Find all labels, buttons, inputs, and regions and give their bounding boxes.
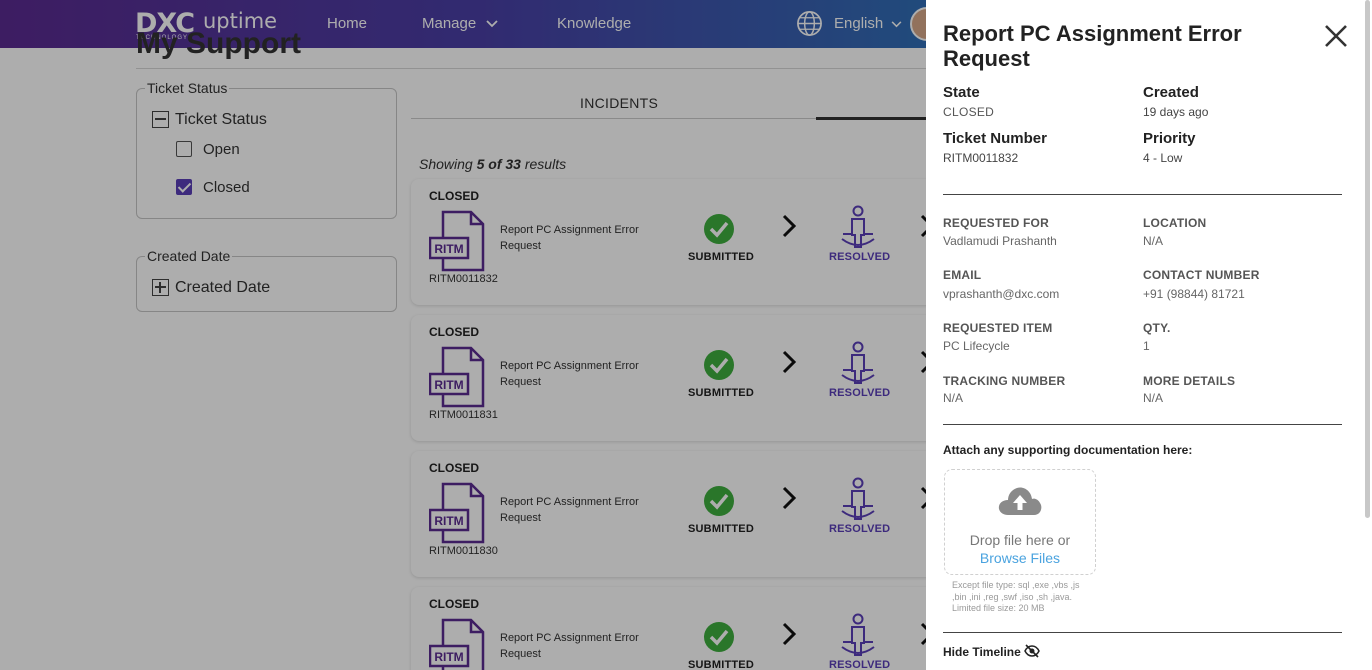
eye-off-icon[interactable]: [1024, 644, 1040, 658]
location-value: N/A: [1143, 234, 1164, 248]
divider: [943, 424, 1342, 425]
requested-for-label: REQUESTED FOR: [943, 216, 1049, 230]
file-type-hint: Except file type: sql ,exe ,vbs ,js: [952, 580, 1080, 590]
email-label: EMAIL: [943, 268, 982, 282]
created-label: Created: [1143, 84, 1199, 101]
panel-title: Report PC Assignment Error Request: [943, 21, 1242, 71]
qty-label: QTY.: [1143, 321, 1171, 335]
state-value: CLOSED: [943, 105, 995, 119]
tracking-number-label: TRACKING NUMBER: [943, 374, 1066, 388]
divider: [943, 194, 1342, 195]
qty-value: 1: [1143, 339, 1150, 353]
divider: [943, 632, 1342, 633]
file-type-hint: ,bin ,ini ,reg ,swf ,iso ,sh ,java.: [952, 592, 1073, 602]
contact-number-label: CONTACT NUMBER: [1143, 268, 1260, 282]
requested-item-value: PC Lifecycle: [943, 339, 1010, 353]
requested-for-value: Vadlamudi Prashanth: [943, 234, 1057, 248]
ticket-number-label: Ticket Number: [943, 130, 1047, 147]
hide-timeline-button[interactable]: Hide Timeline: [943, 645, 1021, 659]
state-label: State: [943, 84, 980, 101]
file-size-hint: Limited file size: 20 MB: [952, 603, 1045, 613]
tracking-number-value: N/A: [943, 391, 964, 405]
priority-value: 4 - Low: [1143, 151, 1183, 165]
location-label: LOCATION: [1143, 216, 1207, 230]
ticket-number-value: RITM0011832: [943, 151, 1019, 165]
modal-overlay[interactable]: [0, 0, 926, 670]
requested-item-label: REQUESTED ITEM: [943, 321, 1053, 335]
close-icon[interactable]: [1322, 22, 1350, 50]
drop-file-text: Drop file here or: [969, 532, 1071, 548]
more-details-value: N/A: [1143, 391, 1164, 405]
cloud-upload-icon: [998, 487, 1042, 515]
attach-heading: Attach any supporting documentation here…: [943, 443, 1193, 457]
more-details-label: MORE DETAILS: [1143, 374, 1236, 388]
created-value: 19 days ago: [1143, 105, 1209, 119]
browse-files-link[interactable]: Browse Files: [944, 550, 1096, 566]
contact-number-value: +91 (98844) 81721: [1143, 287, 1245, 301]
email-value: vprashanth@dxc.com: [943, 287, 1060, 301]
panel-scrollbar[interactable]: [1365, 0, 1370, 518]
priority-label: Priority: [1143, 130, 1196, 147]
